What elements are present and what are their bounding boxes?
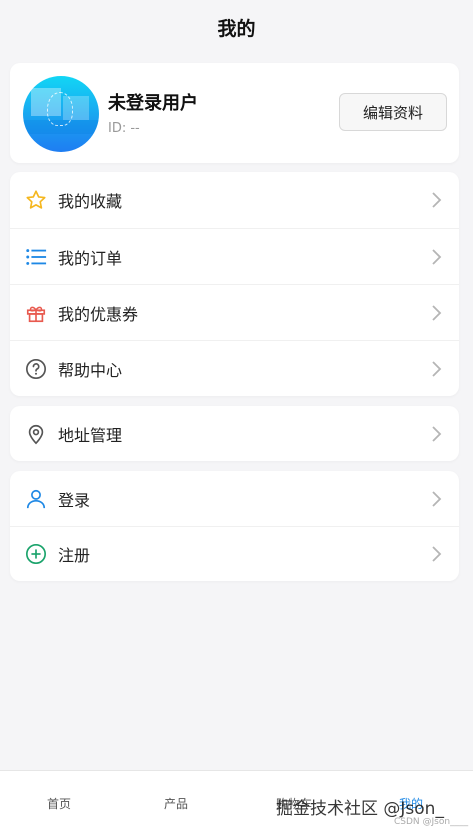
tab-mine[interactable]: 我的 bbox=[381, 795, 441, 812]
avatar[interactable] bbox=[23, 76, 99, 152]
watermark-sub: CSDN @Json____ bbox=[394, 817, 469, 827]
add-circle-icon bbox=[24, 542, 48, 566]
chevron-right-icon bbox=[432, 360, 442, 377]
chevron-right-icon bbox=[432, 304, 442, 321]
menu-item-label: 帮助中心 bbox=[58, 360, 123, 380]
menu-item-label: 登录 bbox=[58, 490, 91, 510]
menu-item-favorites[interactable]: 我的收藏 bbox=[10, 172, 459, 228]
menu-item-coupons[interactable]: 我的优惠券 bbox=[10, 284, 459, 340]
menu-item-label: 我的收藏 bbox=[58, 192, 123, 211]
menu-group-address: 地址管理 bbox=[10, 406, 459, 461]
gift-icon bbox=[24, 301, 48, 325]
menu-item-orders[interactable]: 我的订单 bbox=[10, 228, 459, 284]
tab-home[interactable]: 首页 bbox=[29, 795, 89, 812]
navbar: 我的 bbox=[0, 0, 473, 54]
menu-item-login[interactable]: 登录 bbox=[10, 471, 459, 526]
star-icon bbox=[24, 188, 48, 212]
menu-item-help[interactable]: 帮助中心 bbox=[10, 340, 459, 396]
avatar-silhouette bbox=[47, 92, 73, 126]
menu-item-address[interactable]: 地址管理 bbox=[10, 406, 459, 461]
menu-item-label: 我的订单 bbox=[58, 248, 123, 268]
chevron-right-icon bbox=[432, 490, 442, 507]
menu-item-label: 地址管理 bbox=[58, 425, 123, 445]
page-title: 我的 bbox=[217, 17, 256, 40]
profile-card: 未登录用户 ID: -- 编辑资料 bbox=[10, 63, 459, 163]
menu-group-account: 登录 注册 bbox=[10, 471, 459, 581]
chevron-right-icon bbox=[432, 192, 442, 208]
location-icon bbox=[24, 422, 48, 446]
menu-item-register[interactable]: 注册 bbox=[10, 526, 459, 581]
user-id: ID: -- bbox=[108, 121, 140, 136]
user-icon bbox=[24, 487, 48, 511]
edit-profile-button[interactable]: 编辑资料 bbox=[339, 93, 447, 131]
username: 未登录用户 bbox=[108, 93, 198, 114]
menu-item-label: 注册 bbox=[58, 546, 91, 565]
menu-group-main: 我的收藏 我的订单 我的优惠券 帮助中心 bbox=[10, 172, 459, 396]
chevron-right-icon bbox=[432, 248, 442, 265]
help-icon bbox=[24, 357, 48, 381]
tab-products[interactable]: 产品 bbox=[146, 795, 206, 812]
chevron-right-icon bbox=[432, 425, 442, 442]
tab-cart[interactable]: 购物车 bbox=[264, 795, 324, 812]
list-icon bbox=[24, 245, 48, 269]
chevron-right-icon bbox=[432, 546, 442, 562]
menu-item-label: 我的优惠券 bbox=[58, 304, 139, 324]
